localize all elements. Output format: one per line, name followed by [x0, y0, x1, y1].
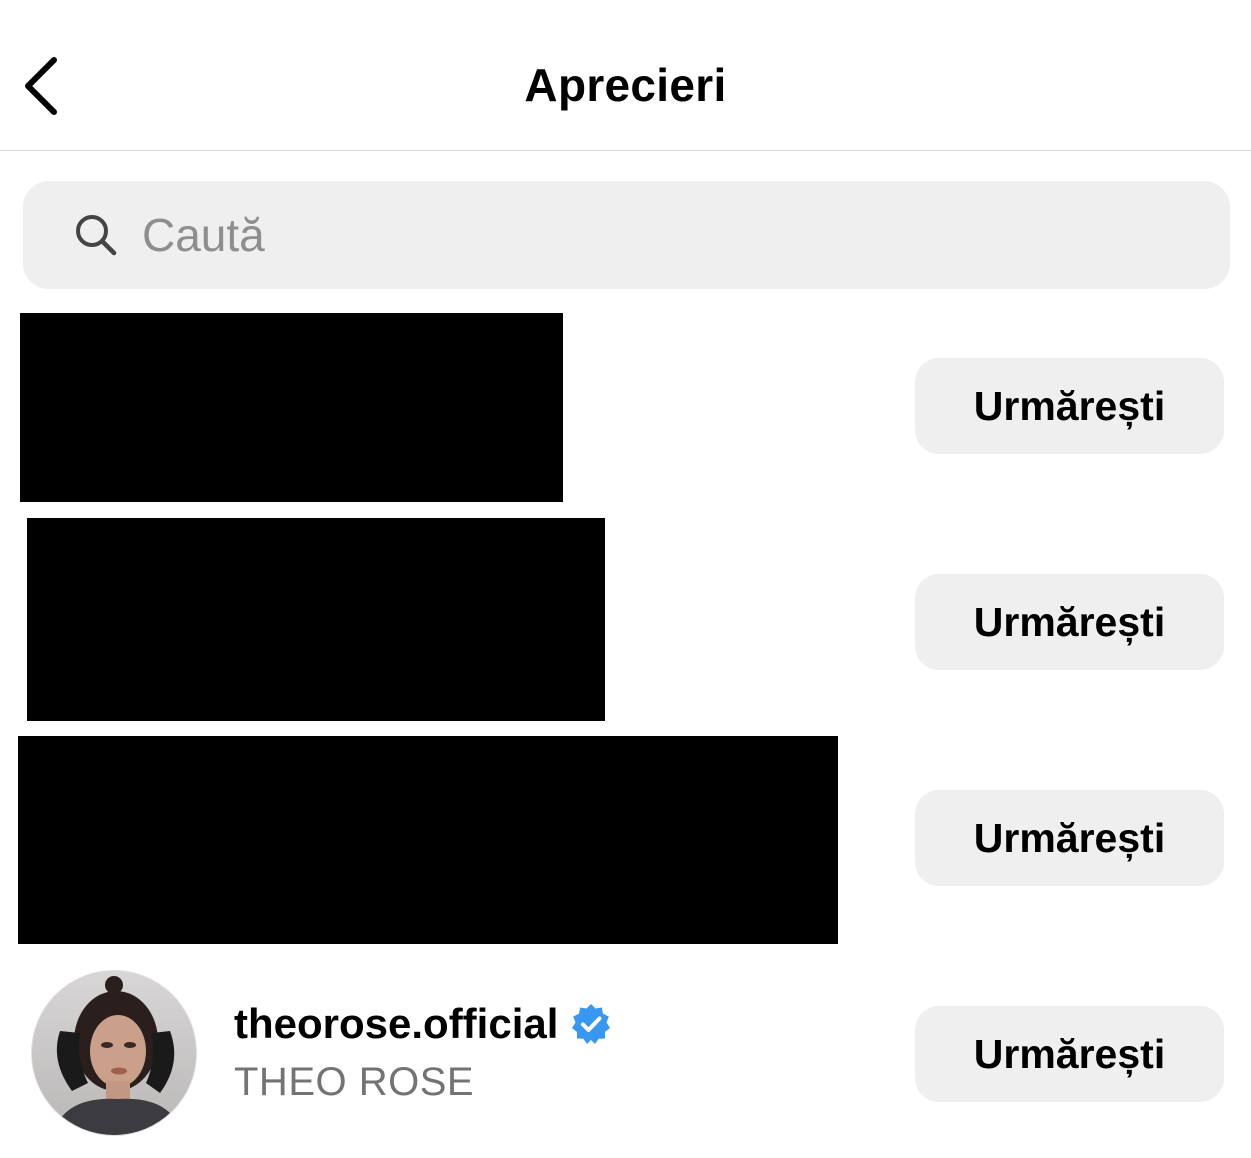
redacted-user-info	[27, 518, 605, 721]
full-name: THEO ROSE	[234, 1060, 475, 1104]
following-button[interactable]: Urmărești	[915, 358, 1224, 454]
page-title: Aprecieri	[524, 59, 727, 111]
redacted-user-info	[20, 313, 563, 502]
redacted-user-info	[18, 736, 838, 944]
verified-badge-icon	[570, 1003, 612, 1045]
following-button[interactable]: Urmărești	[915, 1006, 1224, 1102]
search-bar[interactable]	[23, 181, 1230, 289]
username-row[interactable]: theorose.official	[234, 1000, 612, 1048]
following-button[interactable]: Urmărești	[915, 574, 1224, 670]
following-button[interactable]: Urmărești	[915, 790, 1224, 886]
search-input[interactable]	[142, 195, 1192, 275]
search-icon	[74, 213, 118, 257]
username[interactable]: theorose.official	[234, 1000, 558, 1048]
avatar[interactable]	[31, 970, 197, 1136]
header-bar: Aprecieri	[0, 0, 1251, 151]
